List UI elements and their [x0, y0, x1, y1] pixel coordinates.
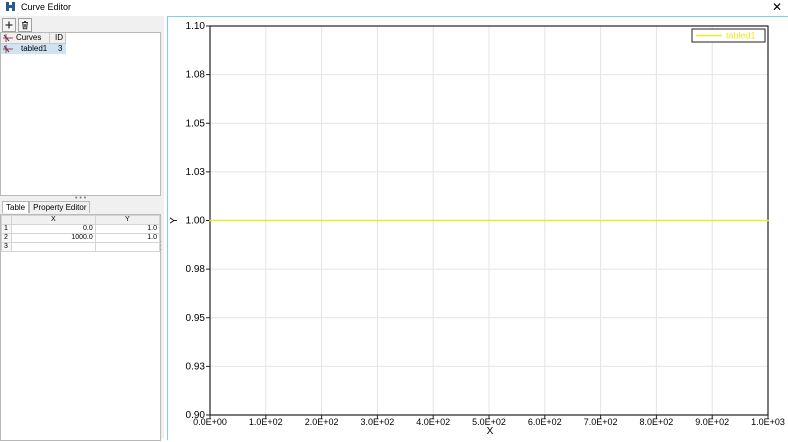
id-column-header[interactable]: ID [55, 33, 63, 42]
row-number: 3 [1, 242, 12, 252]
data-table-grid: X Y 1 0.0 1.0 2 1000.0 1.0 3 [1, 215, 161, 252]
plus-icon [5, 21, 13, 29]
column-divider [65, 33, 66, 43]
x-cell[interactable]: 1000.0 [10, 233, 96, 243]
y-tick-label: 0.90 [186, 410, 206, 421]
y-tick-label: 0.98 [186, 264, 206, 275]
plot-area: 0.0E+00 1.0E+02 2.0E+02 3.0E+02 4.0E+02 5.0E+… [167, 16, 788, 440]
curve-type-icon [3, 45, 13, 53]
table-row: 3 [1, 242, 161, 252]
x-tick-label: 3.0E+02 [361, 417, 395, 427]
close-icon[interactable]: ✕ [772, 0, 782, 14]
data-table: X Y 1 0.0 1.0 2 1000.0 1.0 3 [0, 214, 161, 441]
delete-curve-button[interactable] [18, 18, 32, 32]
y-cell[interactable]: 1.0 [94, 224, 161, 234]
y-axis-label: Y [169, 217, 180, 224]
y-tick-label: 1.08 [186, 70, 206, 81]
curves-column-header[interactable]: Curves [16, 33, 41, 42]
x-tick-label: 6.0E+02 [528, 417, 562, 427]
title-bar: Curve Editor ✕ [0, 0, 788, 15]
y-tick-label: 1.05 [186, 118, 206, 129]
y-cell[interactable] [94, 242, 161, 252]
data-point [209, 219, 211, 222]
app-logo-icon [6, 2, 15, 11]
column-divider [49, 33, 50, 43]
y-tick-label: 0.95 [186, 313, 206, 324]
bottom-tabs: Table Property Editor [2, 201, 91, 213]
curves-toolbar [2, 18, 32, 32]
tab-table[interactable]: Table [2, 201, 30, 213]
curve-chart[interactable]: 0.0E+00 1.0E+02 2.0E+02 3.0E+02 4.0E+02 5.0E+… [168, 17, 788, 440]
curves-list-header: Curves ID [1, 33, 66, 44]
panel-resize-grip[interactable]: · · · [160, 239, 162, 253]
tab-property-editor[interactable]: Property Editor [29, 201, 91, 213]
x-tick-label: 9.0E+02 [695, 417, 729, 427]
x-tick-label: 7.0E+02 [584, 417, 618, 427]
x-tick-label: 1.0E+03 [751, 417, 785, 427]
left-panel: Curves ID tabled1 3 • • • Table Property… [0, 16, 164, 441]
window-title: Curve Editor [21, 2, 72, 12]
x-column-header[interactable]: X [10, 215, 96, 225]
table-row: 1 0.0 1.0 [1, 224, 161, 234]
add-curve-button[interactable] [2, 18, 16, 32]
x-axis-label: X [487, 426, 494, 437]
table-row: 2 1000.0 1.0 [1, 233, 161, 243]
y-tick-label: 0.93 [186, 361, 206, 372]
x-tick-label: 4.0E+02 [416, 417, 450, 427]
legend-label: tabled1 [726, 31, 756, 41]
corner-cell [1, 215, 12, 225]
trash-icon [22, 21, 28, 30]
y-column-header[interactable]: Y [94, 215, 161, 225]
y-cell[interactable]: 1.0 [94, 233, 161, 243]
table-header-row: X Y [1, 215, 161, 225]
data-point [767, 219, 769, 222]
x-cell[interactable]: 0.0 [10, 224, 96, 234]
curves-list: Curves ID tabled1 3 [0, 32, 161, 196]
x-cell[interactable] [10, 242, 96, 252]
x-tick-label: 2.0E+02 [305, 417, 339, 427]
curve-type-icon [3, 34, 13, 42]
curve-row[interactable]: tabled1 3 [1, 44, 66, 54]
x-tick-label: 1.0E+02 [249, 417, 283, 427]
curve-name: tabled1 [21, 44, 48, 53]
y-tick-label: 1.00 [186, 216, 206, 227]
row-number: 1 [1, 224, 12, 234]
y-tick-label: 1.03 [186, 167, 206, 178]
y-tick-label: 1.10 [186, 21, 206, 32]
x-tick-label: 8.0E+02 [640, 417, 674, 427]
row-number: 2 [1, 233, 12, 243]
curve-id: 3 [58, 44, 63, 53]
